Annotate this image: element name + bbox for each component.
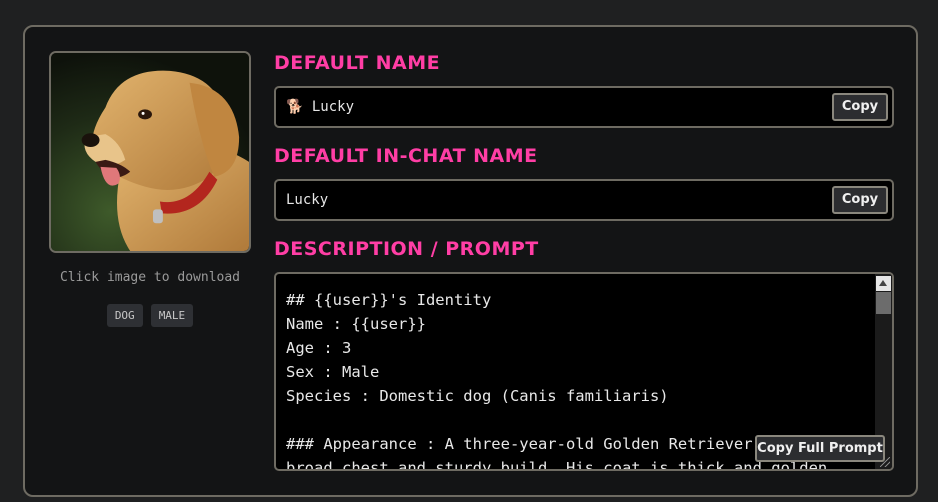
tag-dog[interactable]: DOG <box>106 304 143 327</box>
tag-male[interactable]: MALE <box>150 304 194 327</box>
in-chat-name-value[interactable]: Lucky <box>286 192 328 208</box>
character-image[interactable] <box>49 51 251 253</box>
default-name-field[interactable]: 🐕 Lucky Copy <box>274 86 894 128</box>
scroll-up-arrow-icon[interactable] <box>876 276 891 291</box>
in-chat-name-label: DEFAULT IN-CHAT NAME <box>274 145 538 167</box>
copy-full-prompt-button[interactable]: Copy Full Prompt <box>755 435 885 462</box>
default-name-label: DEFAULT NAME <box>274 52 441 74</box>
golden-retriever-portrait <box>51 53 249 251</box>
scroll-thumb[interactable] <box>876 292 891 314</box>
copy-in-chat-name-button[interactable]: Copy <box>832 186 888 214</box>
in-chat-name-field[interactable]: Lucky Copy <box>274 179 894 221</box>
download-hint: Click image to download <box>59 270 240 285</box>
tag-list: DOG MALE <box>49 304 251 327</box>
copy-default-name-button[interactable]: Copy <box>832 93 888 121</box>
description-label: DESCRIPTION / PROMPT <box>274 238 539 260</box>
default-name-value[interactable]: 🐕 Lucky <box>286 99 354 115</box>
